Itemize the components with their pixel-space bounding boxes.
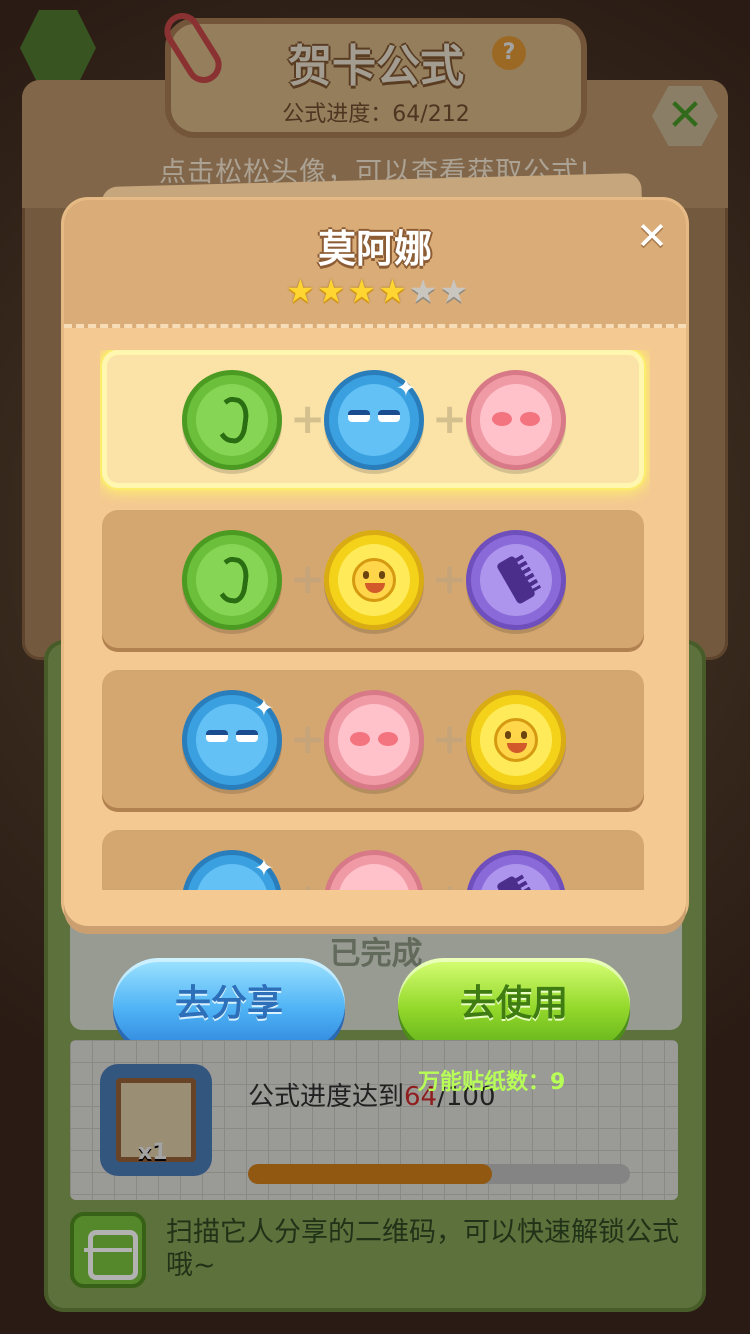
star-filled-icon: ★ (316, 272, 346, 310)
blush-face-icon (324, 850, 424, 890)
plus-icon: + (432, 554, 468, 603)
plus-icon: + (432, 878, 467, 891)
formula-list[interactable]: +✦+++✦++✦++ (100, 350, 650, 890)
blush-face-icon (466, 370, 566, 470)
plus-icon: + (290, 714, 326, 763)
page-title: 贺卡公式 (288, 41, 464, 92)
plus-icon: + (290, 554, 326, 603)
modal-header: 莫阿娜 ★ ★ ★ ★ ★ ★ ✕ (64, 200, 686, 328)
star-empty-icon: ★ (439, 272, 469, 310)
share-button[interactable]: 去分享 (113, 958, 345, 1050)
formula-card[interactable]: ✦ + + (102, 830, 644, 890)
sleepy-face-icon: ✦ (182, 690, 282, 790)
ear-icon (182, 530, 282, 630)
close-icon[interactable]: ✕ (632, 216, 672, 256)
ear-icon (182, 370, 282, 470)
sleepy-face-icon: ✦ (324, 370, 424, 470)
smile-face-icon (324, 530, 424, 630)
formula-card[interactable]: ✦++ (102, 670, 644, 808)
scan-qr-icon[interactable] (70, 1212, 146, 1288)
star-rating: ★ ★ ★ ★ ★ ★ (286, 274, 468, 308)
modal-title: 莫阿娜 (317, 227, 432, 271)
window-reward-icon: x1 (100, 1064, 212, 1176)
formula-card[interactable]: + + (102, 510, 644, 648)
formula-card[interactable]: + ✦ + (102, 350, 644, 488)
plus-icon: + (432, 714, 468, 763)
formula-progress: 公式进度：64/212 (282, 102, 470, 127)
star-filled-icon: ★ (286, 272, 315, 310)
formula-modal: 莫阿娜 ★★★★★★ ✕ +✦+++✦++✦++ (64, 200, 686, 926)
sleepy-face-icon: ✦ (182, 850, 282, 890)
comb-icon (466, 850, 566, 890)
plus-icon: + (290, 394, 326, 443)
mission-progress-fill (248, 1164, 493, 1184)
plus-icon: + (432, 394, 468, 443)
reward-count: x1 (138, 1140, 168, 1165)
use-button[interactable]: 去使用 (398, 958, 630, 1050)
blush-face-icon (324, 690, 424, 790)
scan-hint: 扫描它人分享的二维码，可以快速解锁公式哦~ (166, 1217, 679, 1281)
comb-icon (466, 530, 566, 630)
star-filled-icon: ★ (347, 272, 377, 310)
plus-icon: + (290, 878, 325, 891)
mission-progress-bar (248, 1164, 630, 1184)
help-icon: ? (492, 36, 526, 70)
star-empty-icon: ★ (408, 272, 438, 310)
smile-face-icon (466, 690, 566, 790)
wildcard-sticker-count: 万能贴纸数：9 (418, 1070, 566, 1095)
star-filled-icon: ★ (378, 272, 407, 310)
